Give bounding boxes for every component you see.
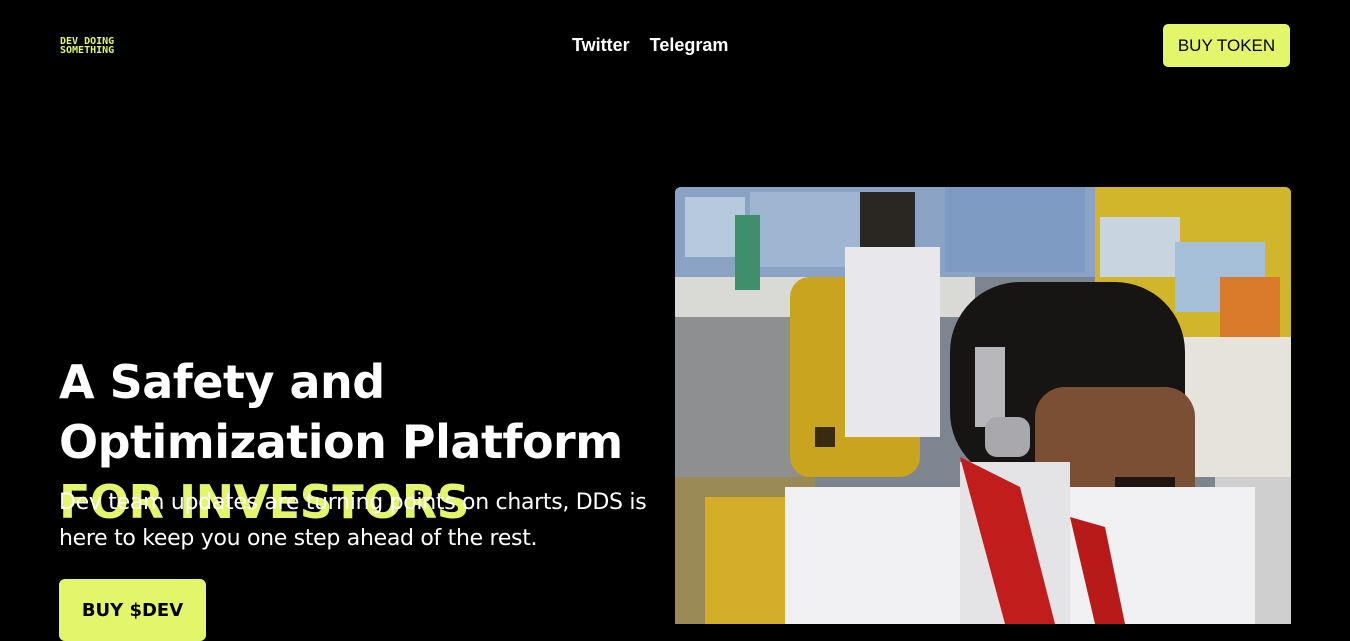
office-photo-illustration xyxy=(675,187,1291,624)
hero-image xyxy=(675,187,1291,624)
nav-links: Twitter Telegram xyxy=(572,35,728,56)
hero-subtitle: Dev team updates are turning points on c… xyxy=(59,490,647,551)
nav-link-telegram[interactable]: Telegram xyxy=(650,35,729,56)
navbar: DEV DOING SOMETHING Twitter Telegram BUY… xyxy=(0,0,1350,92)
buy-token-button[interactable]: BUY TOKEN xyxy=(1163,24,1290,67)
logo-line-2: SOMETHING xyxy=(60,45,115,56)
nav-link-twitter[interactable]: Twitter xyxy=(572,35,630,56)
buy-dev-button[interactable]: BUY $DEV xyxy=(59,579,206,641)
hero-title-main: A Safety and Optimization Platform xyxy=(59,355,623,469)
logo[interactable]: DEV DOING SOMETHING xyxy=(60,37,150,57)
